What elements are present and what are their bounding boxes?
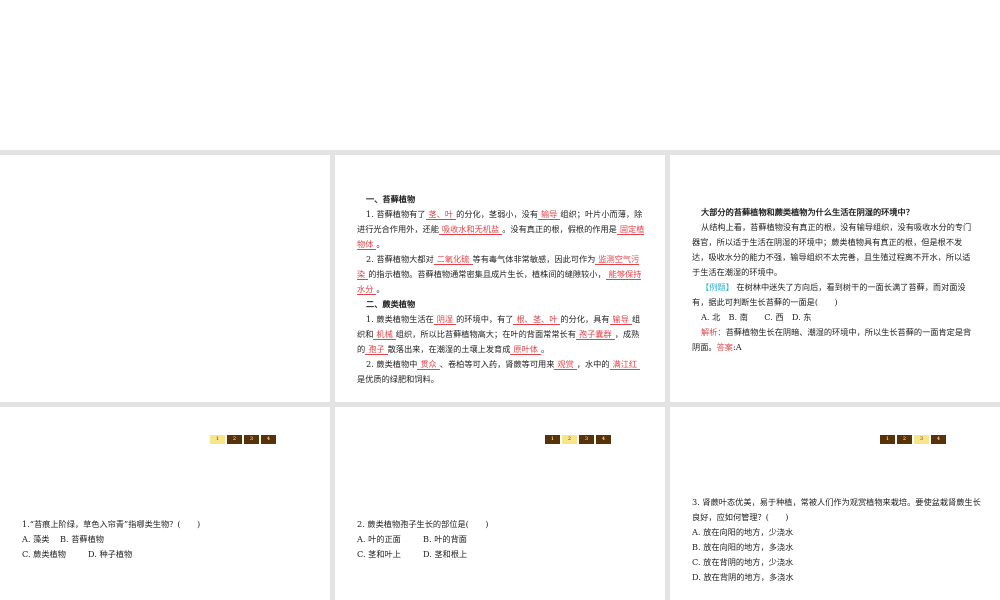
example-options: A. 北 B. 南 C. 西 D. 东 xyxy=(701,312,812,322)
nav-button-2[interactable]: 2 xyxy=(897,435,912,444)
text: 、卷柏等可入药，肾蕨等可用来 xyxy=(439,359,555,369)
slide-2-content: 一、苔藓植物 1. 苔藓植物有了 茎、叶 的分化，茎弱小，没有 输导 组织；叶片小而薄，… xyxy=(357,192,645,387)
para-fern-1: 1. 蕨类植物生活在 阴湿 的环境中，有了 根、茎、叶 的分化，具有 输导 组织和 机械 组织，… xyxy=(357,312,645,357)
slide-1 xyxy=(0,155,330,402)
answer: 原叶体 xyxy=(510,344,541,355)
nav-button-1[interactable]: 1 xyxy=(210,435,225,444)
example: 【例题】 在树林中迷失了方向后，看到树干的一面长满了苔藓，而对面没有，据此可判断… xyxy=(692,280,978,310)
options-row: C. 蕨类植物 D. 种子植物 xyxy=(22,547,312,562)
text: 的分化，具有 xyxy=(560,314,610,324)
heading-fern: 二、蕨类植物 xyxy=(366,299,416,309)
nav-button-2[interactable]: 2 xyxy=(227,435,242,444)
text: 。 xyxy=(376,239,385,249)
question-stem: 1.“苔痕上阶绿，草色入帘青”指哪类生物？( ) xyxy=(22,519,201,529)
question-stem: 2. 蕨类植物孢子生长的部位是( ) xyxy=(357,519,489,529)
option-d[interactable]: D. 种子植物 xyxy=(88,549,132,559)
slide-3-content: 大部分的苔藓植物和蕨类植物为什么生活在阴湿的环境中？ 从结构上看，苔藓植物没有真… xyxy=(692,205,978,355)
option-b[interactable]: B. 苔藓植物 xyxy=(60,534,104,544)
text: 散落出来，在潮湿的土壤上发育成 xyxy=(387,344,511,354)
option-a[interactable]: A. 藻类 xyxy=(22,532,60,547)
answer: 输导 xyxy=(609,314,632,325)
answer: 输导 xyxy=(538,209,561,220)
answer-paragraph: 从结构上看，苔藓植物没有真正的根，没有输导组织，没有吸收水分的专门器官，所以适于… xyxy=(692,222,972,277)
question-2: 2. 蕨类植物孢子生长的部位是( ) A. 叶的正面 B. 叶的背面 C. 茎和叶… xyxy=(357,517,647,562)
nav-button-3[interactable]: 3 xyxy=(244,435,259,444)
question-1: 1.“苔痕上阶绿，草色入帘青”指哪类生物？( ) A. 藻类 B. 苔藓植物 C.… xyxy=(22,517,312,562)
slide-nav: 1234 xyxy=(545,435,611,444)
options-row: A. 藻类 B. 苔藓植物 xyxy=(22,532,312,547)
text: 1. 苔藓植物有了 xyxy=(366,209,426,219)
heading-moss: 一、苔藓植物 xyxy=(366,194,416,204)
answer: 满江红 xyxy=(609,359,641,370)
question-3: 3. 肾蕨叶态优美，易于种植，常被人们作为观赏植物来栽培。要使盆栽肾蕨生长良好，… xyxy=(692,495,982,585)
answer: 吸收水和无机盐 xyxy=(438,224,503,235)
option-a[interactable]: A. 叶的正面 xyxy=(357,532,423,547)
text: 的环境中，有了 xyxy=(456,314,514,324)
analysis: 解析：苔藓植物生长在阴暗、潮湿的环境中，所以生长苔藓的一面肯定是背阴面。答案:A xyxy=(692,325,978,355)
text: 等有毒气体非常敏感，因此可作为 xyxy=(472,254,596,264)
answer: 机械 xyxy=(373,329,396,340)
slide-4: 1234 1.“苔痕上阶绿，草色入帘青”指哪类生物？( ) A. 藻类 B. 苔藓… xyxy=(0,407,330,600)
answer: 二氧化硫 xyxy=(433,254,473,265)
slide-nav: 1234 xyxy=(210,435,276,444)
text: 的分化，茎弱小，没有 xyxy=(456,209,539,219)
answer: 根、茎、叶 xyxy=(513,314,561,325)
top-slide xyxy=(0,0,1000,150)
option-c[interactable]: C. 蕨类植物 xyxy=(22,547,88,562)
option-c[interactable]: C. 放在背阴的地方，少浇水 xyxy=(692,555,982,570)
answer: 贯众 xyxy=(417,359,440,370)
text: 。 xyxy=(541,344,550,354)
question-stem: 3. 肾蕨叶态优美，易于种植，常被人们作为观赏植物来栽培。要使盆栽肾蕨生长良好，… xyxy=(692,497,981,522)
example-text: 在树林中迷失了方向后，看到树干的一面长满了苔藓，而对面没有，据此可判断生长苔藓的… xyxy=(692,282,966,307)
option-a[interactable]: A. 放在向阳的地方，少浇水 xyxy=(692,525,982,540)
slide-3: 大部分的苔藓植物和蕨类植物为什么生活在阴湿的环境中？ 从结构上看，苔藓植物没有真… xyxy=(670,155,1000,402)
options-row: C. 茎和叶上 D. 茎和根上 xyxy=(357,547,647,562)
text: 2. 蕨类植物中 xyxy=(366,359,418,369)
option-d[interactable]: D. 放在背阴的地方，多浇水 xyxy=(692,570,982,585)
answer-label: 答案 xyxy=(716,342,733,352)
text: 。 xyxy=(376,284,385,294)
option-d[interactable]: D. 茎和根上 xyxy=(423,549,467,559)
option-b[interactable]: B. 放在向阳的地方，多浇水 xyxy=(692,540,982,555)
answer: 观赏 xyxy=(554,359,577,370)
nav-button-3[interactable]: 3 xyxy=(579,435,594,444)
slide-2: 一、苔藓植物 1. 苔藓植物有了 茎、叶 的分化，茎弱小，没有 输导 组织；叶片小而薄，… xyxy=(335,155,665,402)
analysis-label: 解析： xyxy=(701,327,726,337)
nav-button-4[interactable]: 4 xyxy=(261,435,276,444)
text: 组织，所以比苔藓植物高大；在叶的背面常常长有 xyxy=(395,329,576,339)
option-b[interactable]: B. 叶的背面 xyxy=(423,534,467,544)
nav-button-3[interactable]: 3 xyxy=(914,435,929,444)
text: 的指示植物。苔藓植物通常密集且成片生长，植株间的缝隙较小， xyxy=(368,269,606,279)
nav-button-2[interactable]: 2 xyxy=(562,435,577,444)
answer: 孢子 xyxy=(365,344,388,355)
nav-button-1[interactable]: 1 xyxy=(880,435,895,444)
answer: 孢子囊群 xyxy=(575,329,615,340)
answer-value: :A xyxy=(732,342,742,352)
text: ，水中的 xyxy=(576,359,610,369)
para-fern-2: 2. 蕨类植物中 贯众 、卷柏等可入药，肾蕨等可用来 观赏 ，水中的 满江红是优质的绿肥和… xyxy=(357,357,645,387)
question-heading: 大部分的苔藓植物和蕨类植物为什么生活在阴湿的环境中？ xyxy=(701,207,914,217)
option-c[interactable]: C. 茎和叶上 xyxy=(357,547,423,562)
slide-nav: 1234 xyxy=(880,435,946,444)
text: 2. 苔藓植物大都对 xyxy=(366,254,434,264)
answer: 茎、叶 xyxy=(425,209,457,220)
text: 1. 蕨类植物生活在 xyxy=(366,314,434,324)
para-moss-2: 2. 苔藓植物大都对 二氧化硫 等有毒气体非常敏感，因此可作为 监测空气污染 的指示植物… xyxy=(357,252,645,297)
nav-button-4[interactable]: 4 xyxy=(596,435,611,444)
para-moss-1: 1. 苔藓植物有了 茎、叶 的分化，茎弱小，没有 输导 组织；叶片小而薄，除进行光合作用… xyxy=(357,207,645,252)
example-tag: 【例题】 xyxy=(701,282,734,292)
nav-button-4[interactable]: 4 xyxy=(931,435,946,444)
answer: 阴湿 xyxy=(433,314,457,325)
options-row: A. 叶的正面 B. 叶的背面 xyxy=(357,532,647,547)
slide-5: 1234 2. 蕨类植物孢子生长的部位是( ) A. 叶的正面 B. 叶的背面 C… xyxy=(335,407,665,600)
nav-button-1[interactable]: 1 xyxy=(545,435,560,444)
text: 。没有真正的根，假根的作用是 xyxy=(502,224,617,234)
slide-6: 1234 3. 肾蕨叶态优美，易于种植，常被人们作为观赏植物来栽培。要使盆栽肾蕨… xyxy=(670,407,1000,600)
text: 是优质的绿肥和饲料。 xyxy=(357,374,439,384)
